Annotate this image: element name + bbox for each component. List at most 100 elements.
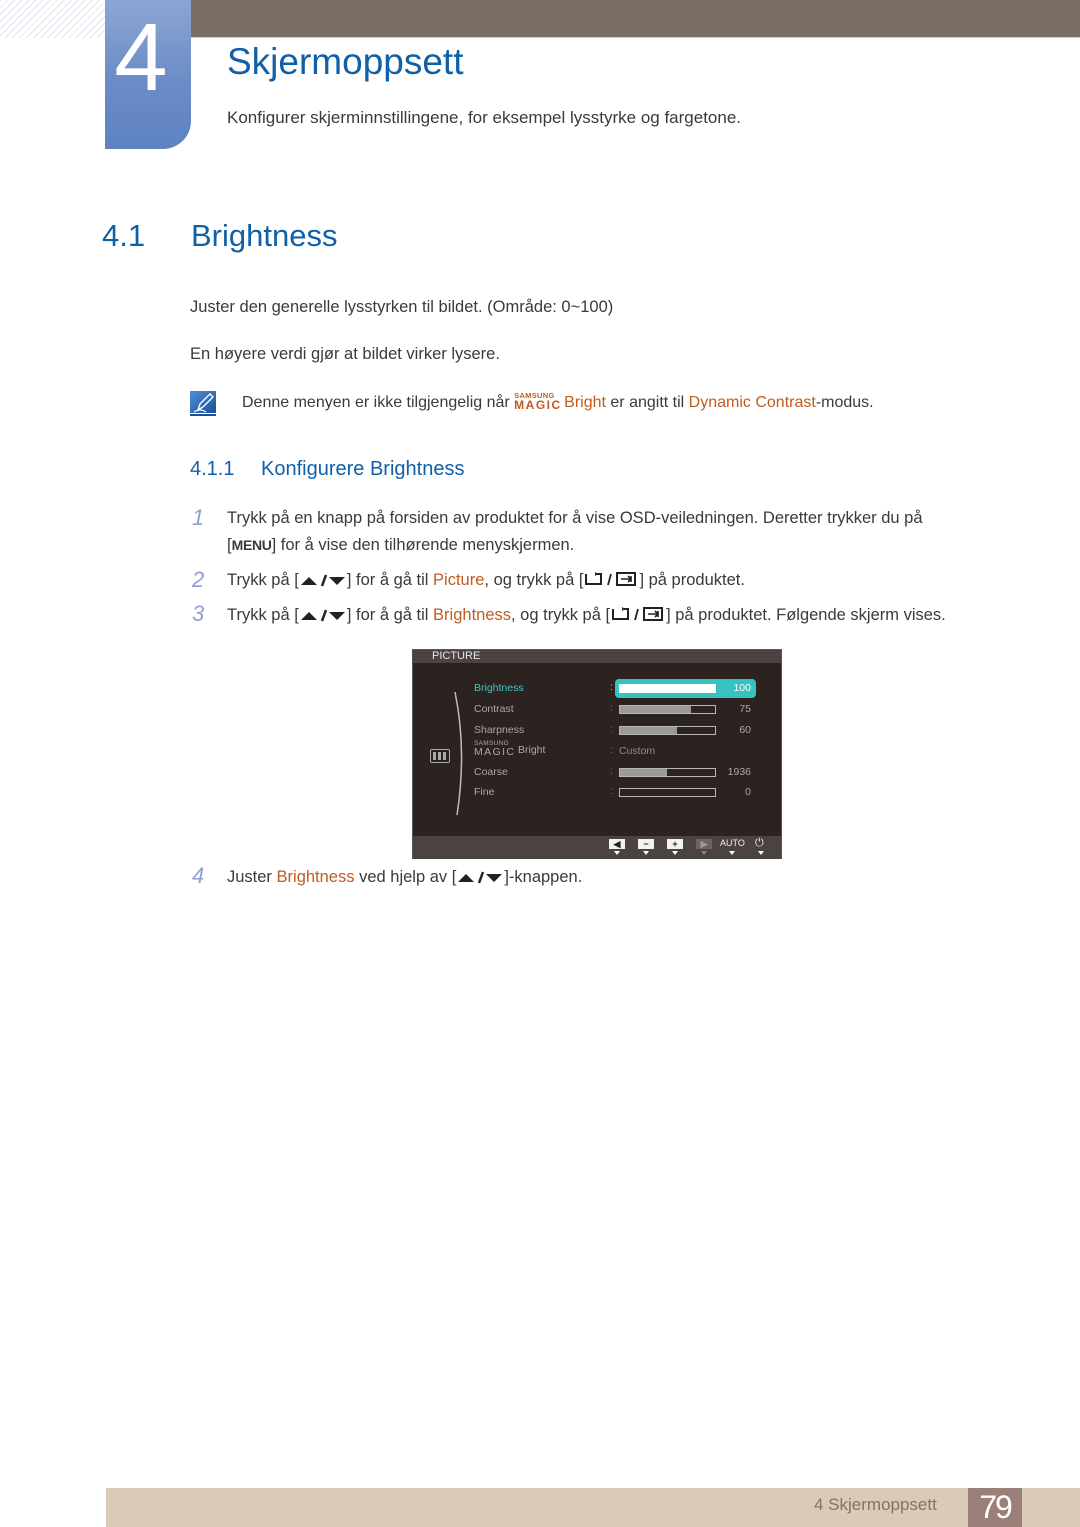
auto-button[interactable]: AUTO [720,838,745,848]
step-1-line-1: Trykk på en knapp på forsiden av produkt… [227,509,923,527]
step-3-text: Trykk på [ ] for å gå til Brightness, og … [227,606,946,625]
magic-bright-logo: SAMSUNG MAGIC [514,391,564,412]
note-pencil-icon [190,391,216,416]
osd-slider-fill [620,706,692,713]
osd-title: PICTURE [432,650,481,662]
osd-colon: : [610,786,613,797]
osd-row-coarse[interactable]: Coarse : 1936 [413,763,781,783]
osd-slider[interactable] [619,768,716,777]
section-paragraph-higher: En høyere verdi gjør at bildet virker ly… [190,345,500,363]
menu-key: MENU [231,537,272,553]
source-enter-icon [612,607,664,621]
step-text-part: ]-knappen. [504,868,583,886]
page-footer: 4 Skjermoppsett 79 [106,1488,1080,1527]
osd-row-fine[interactable]: Fine : 0 [413,783,781,803]
note-text: Denne menyen er ikke tilgjengelig når SA… [242,391,874,412]
section-number: 4.1 [102,218,146,253]
subsection-number: 4.1.1 [190,458,235,480]
osd-value: 60 [739,724,751,736]
step-text-part: ved hjelp av [ [354,868,457,886]
section-title: Brightness [191,218,338,253]
osd-row-magic-bright[interactable]: SAMSUNG MAGIC Bright : Custom [413,740,781,762]
osd-colon: : [610,724,613,735]
osd-row-sharpness[interactable]: Sharpness : 60 [413,721,781,741]
magic-text: MAGIC [474,746,516,758]
step-target-brightness: Brightness [433,606,512,624]
step-number: 4 [192,863,205,888]
page-number: 79 [968,1488,1022,1527]
osd-value: 100 [733,682,751,694]
osd-label: Coarse [474,766,508,778]
top-bar [190,0,1080,38]
up-down-arrow-icon [300,609,345,622]
button-indicator-icon [672,851,678,855]
osd-row-brightness[interactable]: Brightness : 100 [413,679,781,699]
step-text-part: , og trykk på [ [511,606,611,624]
button-indicator-icon [643,851,649,855]
step-text-part: Trykk på [ [227,571,299,589]
osd-colon: : [610,703,613,714]
note-mode-term: Dynamic Contrast [688,394,816,411]
note-text-after: -modus. [815,394,874,411]
step-text-part: ] på produktet. [639,571,745,589]
section-paragraph-range: Juster den generelle lysstyrken til bild… [190,298,614,316]
osd-label: Contrast [474,703,514,715]
step-4-text: Juster Brightness ved hjelp av [ ]-knappe… [227,868,582,887]
osd-slider[interactable] [619,705,716,714]
osd-value: 0 [745,786,751,798]
power-icon[interactable]: ⏻ [755,837,764,850]
note-bright-term: Bright [564,394,606,411]
source-enter-icon [585,572,637,586]
osd-slider[interactable] [619,726,716,735]
step-text-part: Juster [227,868,277,886]
step-number: 3 [192,601,205,626]
step-text-part: , og trykk på [ [484,571,584,589]
step-text-part: ] for å gå til [346,606,434,624]
chapter-subtitle: Konfigurer skjerminnstillingene, for eks… [227,108,742,127]
osd-label: Sharpness [474,724,525,736]
osd-colon: : [610,745,613,756]
osd-slider[interactable] [619,684,716,693]
osd-row-contrast[interactable]: Contrast : 75 [413,700,781,720]
minus-icon[interactable]: − [638,839,654,849]
plus-icon[interactable]: + [667,839,683,849]
footer-chapter-label: 4 Skjermoppsett [814,1495,937,1514]
osd-slider-fill [620,727,677,734]
right-arrow-icon[interactable]: ▶ [696,839,712,849]
left-arrow-icon[interactable]: ◀ [609,839,625,849]
osd-slider[interactable] [619,788,716,797]
osd-text-value: Custom [619,745,656,757]
bright-text: Bright [518,744,546,756]
osd-label: Fine [474,786,495,798]
button-indicator-icon [729,851,735,855]
osd-slider-fill [620,769,667,776]
up-down-arrow-icon [300,574,345,587]
step-target-brightness: Brightness [276,868,355,886]
note-text-before: Denne menyen er ikke tilgjengelig når [242,394,515,411]
step-2-text: Trykk på [ ] for å gå til Picture, og try… [227,571,745,590]
decorative-hatch [0,0,105,38]
step-number: 2 [192,567,205,592]
note-text-middle: er angitt til [605,394,689,411]
osd-picture-menu: PICTURE Brightness : 100 Contrast : 75 S… [412,649,782,859]
step-number: 1 [192,505,205,530]
up-down-arrow-icon [458,871,503,884]
osd-value: 75 [739,703,751,715]
button-indicator-icon [614,851,620,855]
magic-text: MAGIC [514,398,562,412]
osd-value: 1936 [727,766,751,778]
osd-label: Brightness [474,682,524,694]
button-indicator-icon [701,851,707,855]
button-indicator-icon [758,851,764,855]
osd-colon: : [610,766,613,777]
osd-colon: : [610,682,613,693]
osd-slider-fill [620,685,715,692]
step-text-part: Trykk på [ [227,606,299,624]
step-text-part: ] for å gå til [346,571,434,589]
subsection-title: Konfigurere Brightness [261,458,465,480]
chapter-title: Skjermoppsett [227,41,464,82]
osd-header: PICTURE [413,650,781,663]
step-text-part: ] på produktet. Følgende skjerm vises. [666,606,946,624]
step-1-rest: ] for å vise den tilhørende menyskjermen… [271,536,575,554]
step-target-picture: Picture [433,571,485,589]
